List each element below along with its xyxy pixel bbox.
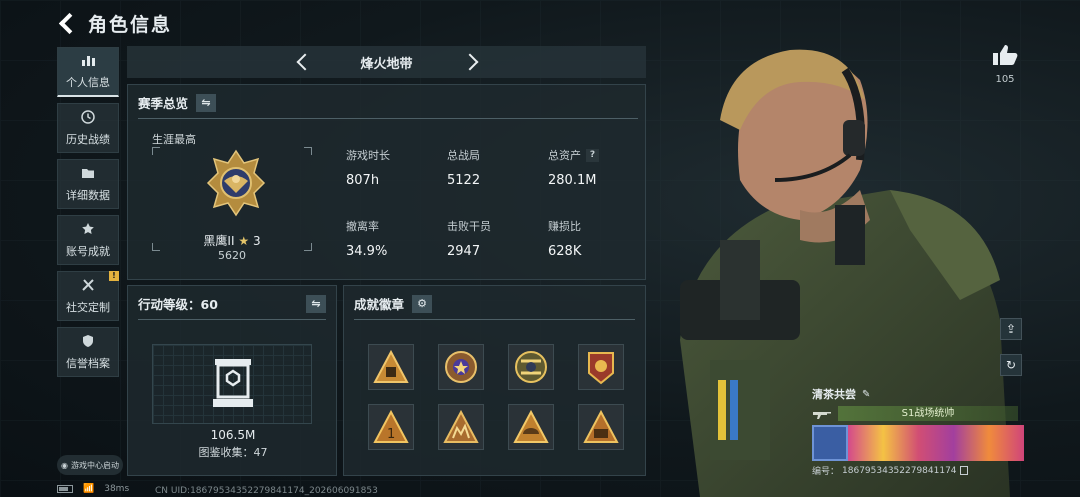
- bar-chart-icon: [81, 53, 95, 70]
- rank-stars: 3: [252, 234, 261, 248]
- divider: [138, 118, 638, 119]
- gear-icon[interactable]: ⚙: [412, 294, 433, 313]
- sidebar-item-label: 历史战绩: [66, 132, 110, 146]
- battery-icon: [57, 485, 73, 493]
- stat-total-matches: 总战局 5122: [447, 149, 481, 188]
- medal-badge[interactable]: 1: [368, 404, 414, 450]
- sidebar: 个人信息 历史战绩 详细数据 账号成就 ! 社交定制 信誉档案: [57, 47, 119, 383]
- sidebar-item-history[interactable]: 历史战绩: [57, 103, 119, 153]
- divider: [354, 319, 635, 320]
- copy-icon[interactable]: [959, 466, 968, 475]
- achievement-badges-title: 成就徽章: [354, 297, 405, 312]
- sidebar-item-label: 社交定制: [66, 300, 110, 314]
- player-banner[interactable]: [812, 425, 1024, 461]
- pedestal-icon: [213, 359, 253, 407]
- achievement-badges-header: 成就徽章 ⚙: [354, 294, 635, 313]
- player-title-row: S1战场统帅: [812, 406, 1024, 421]
- player-name: 清茶共尝: [812, 388, 856, 401]
- sidebar-item-label: 账号成就: [66, 244, 110, 258]
- medal-badge[interactable]: [368, 344, 414, 390]
- divider: [138, 319, 326, 320]
- season-overview-title: 赛季总览: [138, 96, 189, 111]
- mode-selector: 烽火地带: [127, 46, 646, 78]
- notification-badge: !: [109, 271, 119, 281]
- collection-count: 图鉴收集：47: [198, 446, 268, 459]
- medal-badge[interactable]: [438, 404, 484, 450]
- season-overview-header: 赛季总览 ⇋: [138, 93, 635, 112]
- player-name-row: 清茶共尝 ✎: [812, 386, 1024, 402]
- swap-icon[interactable]: ⇋: [306, 294, 326, 313]
- uid-text: CN UID:18679534352279841174_202606091853: [155, 486, 378, 496]
- sidebar-item-reputation[interactable]: 信誉档案: [57, 327, 119, 377]
- help-question-icon[interactable]: ?: [586, 148, 599, 162]
- collection-value: 106.5M: [210, 428, 256, 442]
- refresh-icon[interactable]: ↻: [1000, 354, 1022, 376]
- rank-star-icon: ★: [238, 234, 250, 248]
- rank-emblem-icon: [206, 149, 266, 217]
- help-center-button[interactable]: ◉ 游戏中心启动: [57, 455, 123, 475]
- season-overview-panel: 赛季总览 ⇋ 生涯最高 黑鹰II ★ 3 5620 游戏时长 807h 总战局 …: [127, 84, 646, 280]
- banner-art: [848, 425, 1024, 461]
- avatar[interactable]: [812, 425, 848, 461]
- tools-icon: [81, 278, 95, 295]
- status-bar: 📶 38ms: [57, 484, 129, 494]
- sidebar-item-achievements[interactable]: 账号成就: [57, 215, 119, 265]
- sidebar-item-detail-data[interactable]: 详细数据: [57, 159, 119, 209]
- like-widget[interactable]: 105: [992, 44, 1018, 85]
- share-icon[interactable]: ⇪: [1000, 318, 1022, 340]
- action-level-panel: 行动等级：60 ⇋ 106.5M 图鉴收集：47: [127, 285, 337, 476]
- medal-badge[interactable]: [508, 344, 554, 390]
- medal-badge[interactable]: [578, 344, 624, 390]
- stat-play-time: 游戏时长 807h: [346, 149, 390, 188]
- medal-grid: 1: [368, 344, 624, 450]
- chevron-right-icon[interactable]: [464, 55, 478, 69]
- wifi-icon: 📶: [83, 484, 95, 494]
- player-id: 编号： 18679534352279841174: [812, 464, 1024, 477]
- edit-icon[interactable]: ✎: [862, 389, 870, 400]
- rank-name: 黑鹰II ★ 3: [203, 234, 261, 248]
- player-title-tag: S1战场统帅: [838, 406, 1018, 421]
- medal-badge[interactable]: [438, 344, 484, 390]
- rifle-icon: [813, 411, 831, 419]
- thumbs-up-icon[interactable]: [992, 44, 1018, 66]
- collection-display[interactable]: [152, 344, 312, 424]
- back-icon[interactable]: [56, 12, 78, 34]
- swap-icon[interactable]: ⇋: [196, 93, 217, 112]
- sidebar-item-personal-info[interactable]: 个人信息: [57, 47, 119, 97]
- help-icon: ◉: [61, 460, 68, 470]
- rank-frame: 黑鹰II ★ 3 5620: [152, 147, 312, 262]
- sidebar-item-label: 详细数据: [66, 188, 110, 202]
- folder-icon: [81, 166, 95, 183]
- sidebar-item-social[interactable]: ! 社交定制: [57, 271, 119, 321]
- stat-profit-loss-ratio: 赚损比 628K: [548, 220, 582, 259]
- sidebar-item-label: 个人信息: [66, 76, 110, 89]
- help-center-label: 游戏中心启动: [70, 460, 119, 470]
- clock-icon: [81, 109, 95, 127]
- achievement-badges-panel: 成就徽章 ⚙ 1: [343, 285, 646, 476]
- medal-badge[interactable]: [578, 404, 624, 450]
- like-count: 105: [995, 74, 1015, 85]
- player-card: 清茶共尝 ✎ S1战场统帅 编号： 18679534352279841174: [812, 386, 1024, 478]
- svg-text:1: 1: [387, 427, 395, 442]
- mode-name: 烽火地带: [360, 56, 413, 72]
- stat-operators-defeated: 击败干员 2947: [447, 220, 491, 259]
- page-title: 角色信息: [88, 13, 173, 36]
- career-best-label: 生涯最高: [152, 133, 196, 146]
- achievement-icon: [81, 222, 95, 239]
- action-level-title: 行动等级：60: [138, 297, 218, 312]
- stat-total-assets: 总资产? 280.1M: [548, 147, 599, 188]
- medal-badge[interactable]: [508, 404, 554, 450]
- ping-value: 38ms: [104, 484, 130, 494]
- stat-extraction-rate: 撤离率 34.9%: [346, 220, 388, 259]
- rank-points: 5620: [218, 249, 246, 262]
- sidebar-item-label: 信誉档案: [66, 356, 110, 370]
- chevron-left-icon[interactable]: [295, 55, 309, 69]
- action-level-header: 行动等级：60 ⇋: [138, 294, 326, 313]
- header: 角色信息: [56, 8, 172, 38]
- shield-icon: [81, 334, 95, 351]
